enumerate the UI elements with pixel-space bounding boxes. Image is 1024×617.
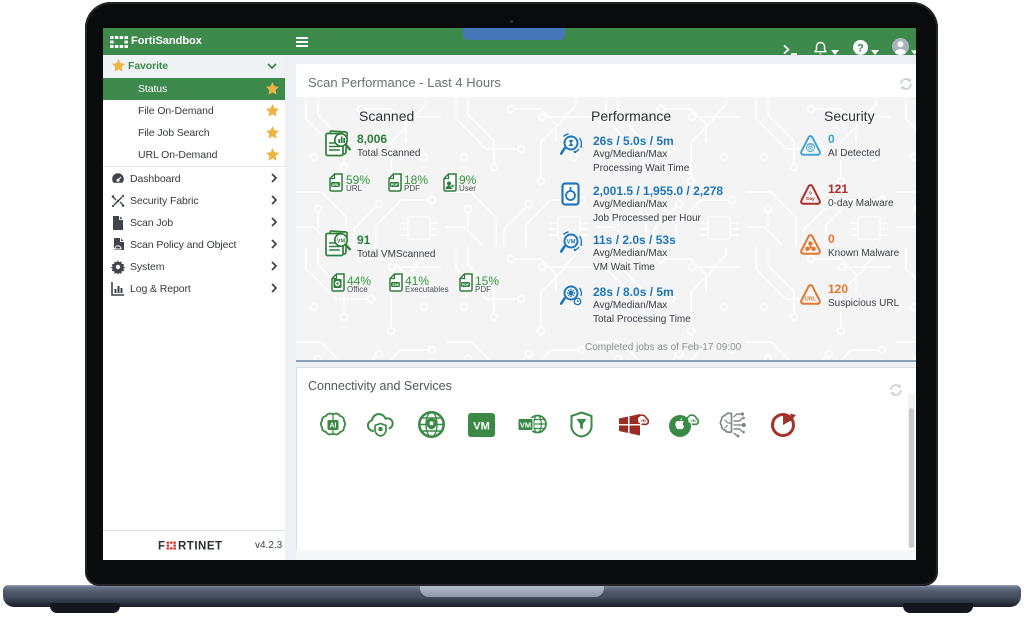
svg-text:RTINET: RTINET <box>178 541 223 553</box>
svg-text:URL: URL <box>332 183 340 187</box>
svg-text:VM: VM <box>473 421 490 433</box>
svg-text:.EXE: .EXE <box>392 283 400 287</box>
svg-text:AI: AI <box>330 423 337 430</box>
svg-text:VM: VM <box>337 238 346 244</box>
svg-text:VM: VM <box>640 419 645 423</box>
svg-text:0: 0 <box>809 191 812 196</box>
svg-text:PDF: PDF <box>462 283 470 287</box>
svg-text:F: F <box>158 541 166 553</box>
svg-text:VM: VM <box>567 240 576 246</box>
svg-text:Day: Day <box>806 196 815 201</box>
svg-text:?: ? <box>857 42 864 54</box>
svg-text:URL: URL <box>805 297 817 303</box>
svg-text:VM: VM <box>690 419 695 423</box>
svg-text:PDF: PDF <box>391 183 399 187</box>
svg-text:VM: VM <box>520 421 531 430</box>
